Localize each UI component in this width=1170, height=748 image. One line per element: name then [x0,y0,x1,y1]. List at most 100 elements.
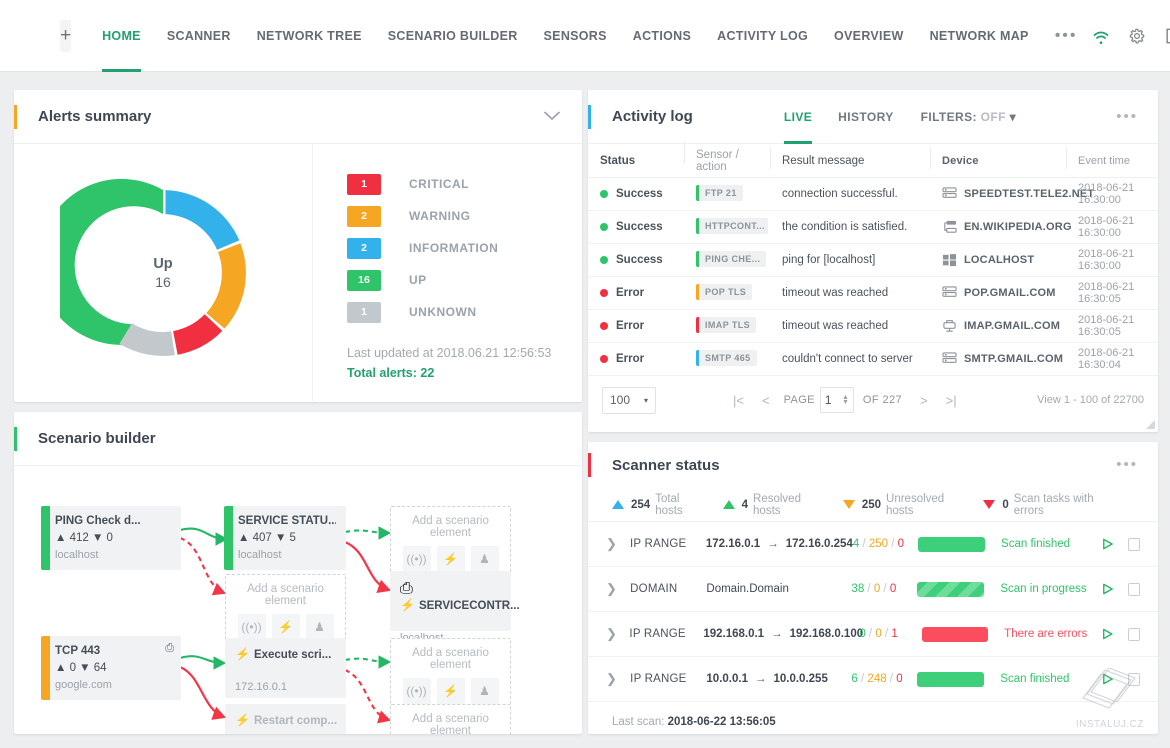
nav-item-network-tree[interactable]: NETWORK TREE [244,0,375,72]
scenario-node-sensor[interactable]: SERVICE STATU... ▲ 407 ▼ 5 localhost [224,506,346,570]
tab-live[interactable]: LIVE [771,90,825,144]
alerts-summary-card: Alerts summary Up 16 1 CRITICAL 2 WARNIN… [14,90,582,402]
scanner-status-more-button[interactable]: ••• [1116,456,1138,473]
nav-item-actions[interactable]: ACTIONS [620,0,704,72]
scan-row-checkbox[interactable] [1127,537,1140,551]
notification-icon[interactable]: ♟ [470,678,499,704]
nav-more-button[interactable]: ••• [1042,27,1091,45]
page-number-input[interactable]: 1 ▲ ▼ [819,387,854,413]
nav-item-activity-log[interactable]: ACTIVITY LOG [704,0,821,72]
row-device: SMTP.GMAIL.COM [930,352,1066,366]
chevron-down-icon[interactable] [544,111,560,121]
legend-item-information[interactable]: 2 INFORMATION [347,232,582,264]
last-page-icon[interactable]: >| [937,393,966,408]
nav-item-sensors[interactable]: SENSORS [531,0,620,72]
table-row[interactable]: Error SMTP 465 couldn't connect to serve… [588,343,1158,376]
node-stats: ▲ 0 ▼ 64 [55,662,107,674]
duplicate-icon[interactable]: ⎙ [165,642,174,655]
chevron-right-icon[interactable]: ❯ [606,536,630,552]
scenario-canvas[interactable]: PING Check d... ▲ 412 ▼ 0 localhost SERV… [14,466,582,734]
play-icon[interactable] [1101,537,1114,551]
stat-value: 0 [1002,498,1009,511]
chevron-right-icon[interactable]: ❯ [606,626,629,642]
scan-task-row[interactable]: ❯ IP RANGE 10.0.0.1 → 10.0.0.255 6 / 248 /… [588,657,1158,702]
nav-item-network-map[interactable]: NETWORK MAP [917,0,1042,72]
nav-item-scenario-builder[interactable]: SCENARIO BUILDER [375,0,531,72]
legend-label: CRITICAL [409,177,469,191]
scan-task-row[interactable]: ❯ IP RANGE 172.16.0.1 → 172.16.0.254 4 / 2… [588,522,1158,567]
row-message: timeout was reached [782,320,889,332]
row-device: SPEEDTEST.TELE2.NET [930,187,1094,201]
notification-icon[interactable]: ♟ [305,614,334,640]
play-icon[interactable] [1101,582,1114,596]
status-dot-icon [600,289,608,297]
nav-item-overview[interactable]: OVERVIEW [821,0,917,72]
filters-dropdown[interactable]: FILTERS: OFF ▾ [921,110,1016,124]
resize-handle[interactable] [1146,420,1155,429]
sensor-tag: POP TLS [696,283,753,300]
scan-task-row[interactable]: ❯ DOMAIN Domain.Domain 38 / 0 / 0 Scan i… [588,567,1158,612]
scan-row-checkbox[interactable] [1127,582,1140,596]
add-tab-button[interactable]: + [60,19,72,52]
chevron-right-icon[interactable]: ❯ [606,671,630,687]
node-title: PING Check d... [55,515,141,527]
scan-range: 10.0.0.1 → 10.0.0.255 [706,673,828,685]
scenario-node-action[interactable]: ⚡ Execute scri... 172.16.0.1 [225,638,346,698]
stat-label: Unresolved hosts [886,492,945,517]
accent-bar [14,105,17,129]
node-host: localhost [55,549,99,561]
table-row[interactable]: Success FTP 21 connection successful. SP… [588,178,1158,211]
nav-item-scanner[interactable]: SCANNER [154,0,244,72]
first-page-icon[interactable]: |< [724,393,753,408]
scenario-node-sensor[interactable]: PING Check d... ▲ 412 ▼ 0 localhost [41,506,181,570]
row-status: Error [588,320,684,332]
notification-icon[interactable]: ♟ [470,546,499,572]
action-icon[interactable]: ⚡ [436,678,465,704]
row-message: connection successful. [782,188,898,200]
action-icon[interactable]: ⚡ [436,546,465,572]
column-header-time: Event time [1066,146,1158,169]
action-icon[interactable]: ⚡ [271,614,300,640]
gear-icon[interactable] [1127,26,1147,46]
sensor-icon[interactable]: ((•)) [402,546,431,572]
scenario-node-action[interactable]: ⎙ ⚡SERVICECONTR... localhost [390,571,520,644]
logout-icon[interactable] [1163,26,1170,46]
legend-item-warning[interactable]: 2 WARNING [347,200,582,232]
donut-center-title: Up [153,255,173,272]
accent-bar [14,427,17,451]
play-icon[interactable] [1101,627,1114,641]
scan-task-row[interactable]: ❯ IP RANGE 192.168.0.1 → 192.168.0.100 0 /… [588,612,1158,657]
scan-state: Scan in progress [1000,583,1087,595]
legend-item-unknown[interactable]: 1 UNKNOWN [347,296,582,328]
table-row[interactable]: Error POP TLS timeout was reached POP.GM… [588,277,1158,310]
page-size-select[interactable]: 100 ▾ [602,386,656,414]
scenario-node-action[interactable]: ⚡Restart comp... 172.16.0.1 [225,704,346,734]
next-page-icon[interactable]: > [911,393,937,408]
chevron-right-icon[interactable]: ❯ [606,581,630,597]
legend-item-critical[interactable]: 1 CRITICAL [347,168,582,200]
spinner-icon[interactable]: ▲ ▼ [842,394,849,406]
row-device: EN.WIKIPEDIA.ORG [930,220,1072,234]
duplicate-icon[interactable]: ⎙ [400,580,501,598]
sensor-icon[interactable]: ((•)) [402,678,431,704]
prev-page-icon[interactable]: < [753,393,779,408]
add-scenario-element-box[interactable]: Add a scenario element ((•)) ⚡ ♟ [390,506,511,581]
wifi-icon[interactable] [1091,26,1111,46]
table-row[interactable]: Error IMAP TLS timeout was reached IMAP.… [588,310,1158,343]
add-element-label: Add a scenario element [412,515,489,539]
table-row[interactable]: Success PING CHE... ping for [localhost]… [588,244,1158,277]
scan-row-checkbox[interactable] [1128,627,1140,641]
add-scenario-element-box[interactable]: Add a scenario element ((•)) ⚡ ♟ [390,638,511,713]
sensor-icon[interactable]: ((•)) [237,614,266,640]
legend-item-up[interactable]: 16 UP [347,264,582,296]
add-scenario-element-box[interactable]: Add a scenario element ((•)) ⚡ ♟ [390,704,511,734]
nav-item-home[interactable]: HOME [89,0,154,72]
tab-history[interactable]: HISTORY [825,90,906,144]
activity-log-more-button[interactable]: ••• [1116,108,1138,125]
node-host: 172.16.0.1 [235,681,287,693]
row-device: LOCALHOST [930,253,1066,267]
scan-type: DOMAIN [630,583,678,595]
table-row[interactable]: Success HTTPCONT... the condition is sat… [588,211,1158,244]
last-scan-label: Last scan: [612,716,665,728]
scenario-node-sensor[interactable]: ⎙ TCP 443 ▲ 0 ▼ 64 google.com [41,636,181,700]
